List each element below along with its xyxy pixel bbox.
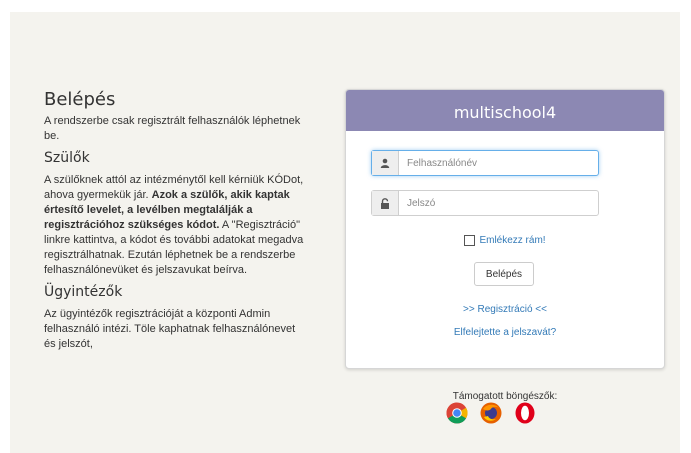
username-input[interactable] xyxy=(399,151,598,175)
intro-text: A rendszerbe csak regisztrált felhasznál… xyxy=(44,115,301,142)
supported-browsers-label: Támogatott böngészők: xyxy=(452,391,558,402)
admin-heading: Ügyintézők xyxy=(44,284,123,300)
remember-checkbox[interactable] xyxy=(464,235,476,246)
parents-heading: Szülők xyxy=(44,150,90,166)
username-field xyxy=(371,150,599,176)
browser-icons xyxy=(446,402,536,424)
parents-text: A szülőknek attól az intézménytől kell k… xyxy=(44,173,304,278)
firefox-icon xyxy=(480,402,502,424)
user-icon xyxy=(372,151,399,175)
remember-label: Emlékezz rám! xyxy=(479,235,546,246)
login-header: multischool4 xyxy=(346,90,664,131)
login-button[interactable]: Belépés xyxy=(474,262,534,286)
login-panel: multischool4 Emlékezz rám! Belépés >> Re… xyxy=(345,89,665,369)
register-link[interactable]: >> Regisztráció << xyxy=(346,304,664,315)
info-panel: Belépés A rendszerbe csak regisztrált fe… xyxy=(44,89,304,358)
lock-icon xyxy=(372,191,399,215)
opera-icon xyxy=(514,402,536,424)
page-title: Belépés xyxy=(44,89,116,110)
chrome-icon xyxy=(446,402,468,424)
password-input[interactable] xyxy=(399,191,598,215)
page-background: Belépés A rendszerbe csak regisztrált fe… xyxy=(10,12,680,453)
admin-text: Az ügyintézők regisztrációját a központi… xyxy=(44,308,296,350)
remember-me[interactable]: Emlékezz rám! xyxy=(346,235,664,246)
forgot-password-link[interactable]: Elfelejtette a jelszavát? xyxy=(346,327,664,338)
password-field xyxy=(371,190,599,216)
